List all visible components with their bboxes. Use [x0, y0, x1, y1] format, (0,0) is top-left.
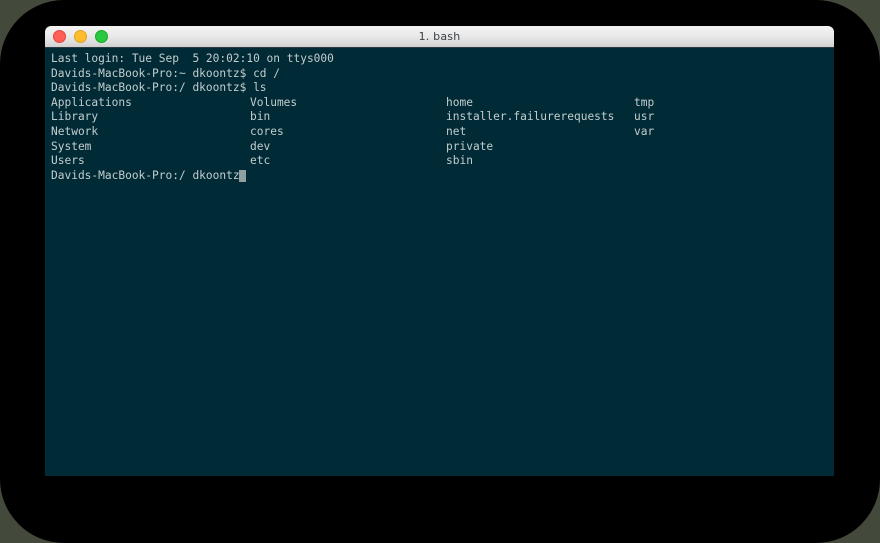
window-controls	[53, 26, 108, 47]
terminal-text: Volumes	[250, 95, 298, 109]
text-cursor	[239, 169, 246, 182]
terminal-text: Applications	[51, 95, 132, 109]
terminal-text: net	[446, 124, 467, 138]
terminal-text: var	[634, 124, 655, 138]
terminal-text: home	[446, 95, 473, 109]
terminal-window: 1. bash Last login: Tue Sep 5 20:02:10 o…	[45, 26, 834, 476]
terminal-line: Users etc sbin	[51, 154, 834, 169]
terminal-line: Davids-MacBook-Pro:~ dkoontz$ cd /	[51, 67, 834, 82]
terminal-line: System dev private	[51, 140, 834, 155]
terminal-text: installer.failurerequests	[446, 110, 615, 124]
terminal-text: usr	[634, 110, 655, 124]
terminal-text: bin	[250, 110, 271, 124]
minimize-button[interactable]	[74, 30, 87, 43]
zoom-button[interactable]	[95, 30, 108, 43]
terminal-text: dev	[250, 139, 271, 153]
terminal-text: Network	[51, 124, 99, 138]
terminal-output-area[interactable]: Last login: Tue Sep 5 20:02:10 on ttys00…	[45, 48, 834, 476]
terminal-text: Last login: Tue Sep 5 20:02:10 on ttys00…	[51, 52, 334, 65]
terminal-text: etc	[250, 154, 271, 168]
terminal-line: Applications Volumes home tmp	[51, 96, 834, 111]
terminal-line: Last login: Tue Sep 5 20:02:10 on ttys00…	[51, 52, 834, 67]
terminal-text: cores	[250, 124, 284, 138]
close-button[interactable]	[53, 30, 66, 43]
terminal-text: System	[51, 139, 92, 153]
terminal-text: tmp	[634, 95, 655, 109]
terminal-text: Davids-MacBook-Pro:/ dkoontz$ ls	[51, 81, 267, 95]
terminal-line: Network cores net var	[51, 125, 834, 140]
terminal-text: Users	[51, 154, 85, 168]
terminal-text: sbin	[446, 154, 473, 168]
terminal-text: private	[446, 139, 494, 153]
terminal-line: Library bin installer.failurerequests us…	[51, 110, 834, 125]
terminal-prompt-line: Davids-MacBook-Pro:/ dkoontz$	[51, 169, 834, 184]
terminal-text: Davids-MacBook-Pro:~ dkoontz$ cd /	[51, 66, 281, 80]
terminal-line: Davids-MacBook-Pro:/ dkoontz$ ls	[51, 81, 834, 96]
terminal-text: Library	[51, 110, 99, 124]
window-title-bar[interactable]: 1. bash	[45, 26, 834, 48]
window-title: 1. bash	[418, 30, 461, 43]
outer-frame: 1. bash Last login: Tue Sep 5 20:02:10 o…	[0, 0, 880, 543]
shell-prompt: Davids-MacBook-Pro:/ dkoontz$	[51, 168, 247, 182]
